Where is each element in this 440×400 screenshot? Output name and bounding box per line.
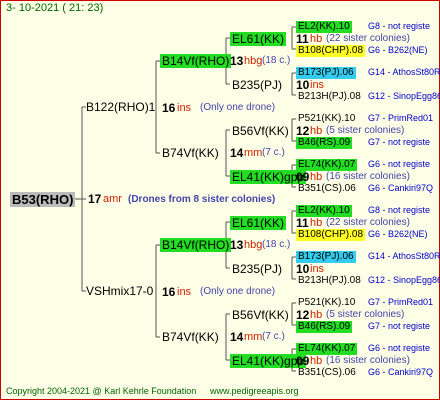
top-b-p1-sisters: (5 sister colonies)	[326, 125, 405, 136]
bottom-b-label: B74Vf(KK)	[162, 330, 219, 344]
top-b-p1-label: B56Vf(KK)	[232, 124, 289, 138]
root-sisters: (Drones from 8 sister colonies)	[128, 194, 276, 205]
bottom-b-sisters: (7 c.)	[262, 331, 285, 342]
top-b-code: mm	[244, 147, 263, 159]
bottom-a-p2-l1-ann: G14 - AthosSt80R	[368, 251, 440, 261]
top-a-code: hbg	[244, 55, 263, 67]
bottom-a-label: B14Vf(RHO)	[160, 238, 232, 252]
top-a-p1-l2-ann: G6 - B262(NE)	[368, 45, 428, 55]
bottom-b-p2-l2-label: B351(CS).06	[298, 367, 356, 378]
top-a-p1-code: hb	[310, 33, 323, 45]
bottom-b-p1-num: 12	[296, 308, 310, 322]
top-b-p2-code: hb	[310, 171, 323, 183]
top-b-p1-num: 12	[296, 124, 310, 138]
bottom-sisters: (Only one drone)	[200, 286, 276, 297]
bottom-b-p2-l2-ann: G6 - Cankiri97Q	[368, 367, 434, 377]
top-a-p1-num: 11	[296, 32, 309, 46]
top-b-p1-l2-label: B46(RS).09	[296, 137, 353, 149]
bottom-b-p1-l2-label: B46(RS).09	[296, 321, 353, 333]
top-a-p1-l1-ann: G8 - not registe	[368, 21, 431, 31]
top-a-label: B14Vf(RHO)	[160, 54, 232, 68]
top-b-p2-l1-ann: G6 - not registe	[368, 159, 431, 169]
bottom-a-sisters: (18 c.)	[262, 239, 291, 250]
bottom-b-p1-code: hb	[310, 309, 323, 321]
top-a-p2-l2-ann: G12 - SinopEgg86R	[368, 91, 440, 101]
bottom-a-p2-label: B235(PJ)	[232, 262, 283, 276]
top-a-p1-sisters: (22 sister colonies)	[326, 33, 410, 44]
top-b-num: 14	[230, 146, 244, 160]
bottom-a-p2-l2-label: B213H(PJ).08	[298, 275, 361, 286]
top-code: ins	[177, 102, 192, 114]
bottom-a-p1-sisters: (22 sister colonies)	[326, 217, 410, 228]
top-sisters: (Only one drone)	[200, 102, 276, 113]
bottom-b-p2-l1-ann: G6 - not registe	[368, 343, 431, 353]
top-b-p2-l2-ann: G6 - Cankiri97Q	[368, 183, 434, 193]
bottom-a-p1-code: hb	[310, 217, 323, 229]
top-a-p1-label: EL61(KK)	[230, 32, 287, 46]
top-label: B122(RHO)1	[86, 100, 156, 114]
bottom-a-p2-code: ins	[310, 263, 325, 275]
bottom-b-p1-label: B56Vf(KK)	[232, 308, 289, 322]
top-b-p2-num: 09	[296, 170, 310, 184]
bottom-b-p2-sisters: (16 sister colonies)	[326, 355, 410, 366]
bottom-a-p1-l2-label: B108(CHP).08	[296, 229, 366, 241]
top-b-p1-l2-ann: G7 - not registe	[368, 137, 431, 147]
top-a-p2-l1-ann: G14 - AthosSt80R	[368, 67, 440, 77]
bottom-label: VSHmix17-0	[86, 284, 154, 298]
bottom-b-num: 14	[230, 330, 244, 344]
top-b-p2-label: EL41(KK)gpp	[230, 170, 307, 184]
top-num: 16	[162, 101, 176, 115]
bottom-b-p1-l2-ann: G7 - not registe	[368, 321, 431, 331]
top-b-p1-code: hb	[310, 125, 323, 137]
top-a-p2-label: B235(PJ)	[232, 78, 283, 92]
root-label: B53(RHO)	[10, 192, 76, 207]
top-a-sisters: (18 c.)	[262, 55, 291, 66]
footer-copyright: Copyright 2004-2021 @ Karl Kehrle Founda…	[6, 386, 197, 396]
top-a-p1-l2-label: B108(CHP).08	[296, 45, 366, 57]
root-num: 17	[88, 192, 102, 206]
bottom-code: ins	[177, 286, 192, 298]
bottom-a-p1-l2-ann: G6 - B262(NE)	[368, 229, 428, 239]
top-a-p2-code: ins	[310, 79, 325, 91]
bottom-b-p2-label: EL41(KK)gpp	[230, 354, 307, 368]
bottom-b-p1-sisters: (5 sister colonies)	[326, 309, 405, 320]
header-date: 3- 10-2021 ( 21: 23)	[6, 2, 104, 14]
bottom-a-p1-l1-ann: G8 - not registe	[368, 205, 431, 215]
top-a-num: 13	[230, 54, 244, 68]
top-b-p1-l1-ann: G7 - PrimRed01	[368, 113, 434, 123]
bottom-num: 16	[162, 285, 176, 299]
root-code: amr	[103, 193, 122, 205]
top-b-label: B74Vf(KK)	[162, 146, 219, 160]
footer-url: www.pedigreeapis.org	[210, 386, 299, 396]
bottom-b-code: mm	[244, 331, 263, 343]
bottom-a-num: 13	[230, 238, 244, 252]
bottom-b-p1-l1-ann: G7 - PrimRed01	[368, 297, 434, 307]
bottom-b-p2-num: 09	[296, 354, 310, 368]
pedigree-diagram: 3- 10-2021 ( 21: 23) Copyright 2004-2021 …	[0, 0, 440, 400]
top-a-p2-num: 10	[296, 78, 310, 92]
top-b-sisters: (7 c.)	[262, 147, 285, 158]
bottom-a-code: hbg	[244, 239, 263, 251]
bottom-a-p2-num: 10	[296, 262, 310, 276]
bottom-a-p1-num: 11	[296, 216, 309, 230]
bottom-a-p1-label: EL61(KK)	[230, 216, 287, 230]
bottom-a-p2-l2-ann: G12 - SinopEgg86R	[368, 275, 440, 285]
top-a-p2-l2-label: B213H(PJ).08	[298, 91, 361, 102]
bottom-b-p2-code: hb	[310, 355, 323, 367]
top-b-p2-sisters: (16 sister colonies)	[326, 171, 410, 182]
top-b-p2-l2-label: B351(CS).06	[298, 183, 356, 194]
